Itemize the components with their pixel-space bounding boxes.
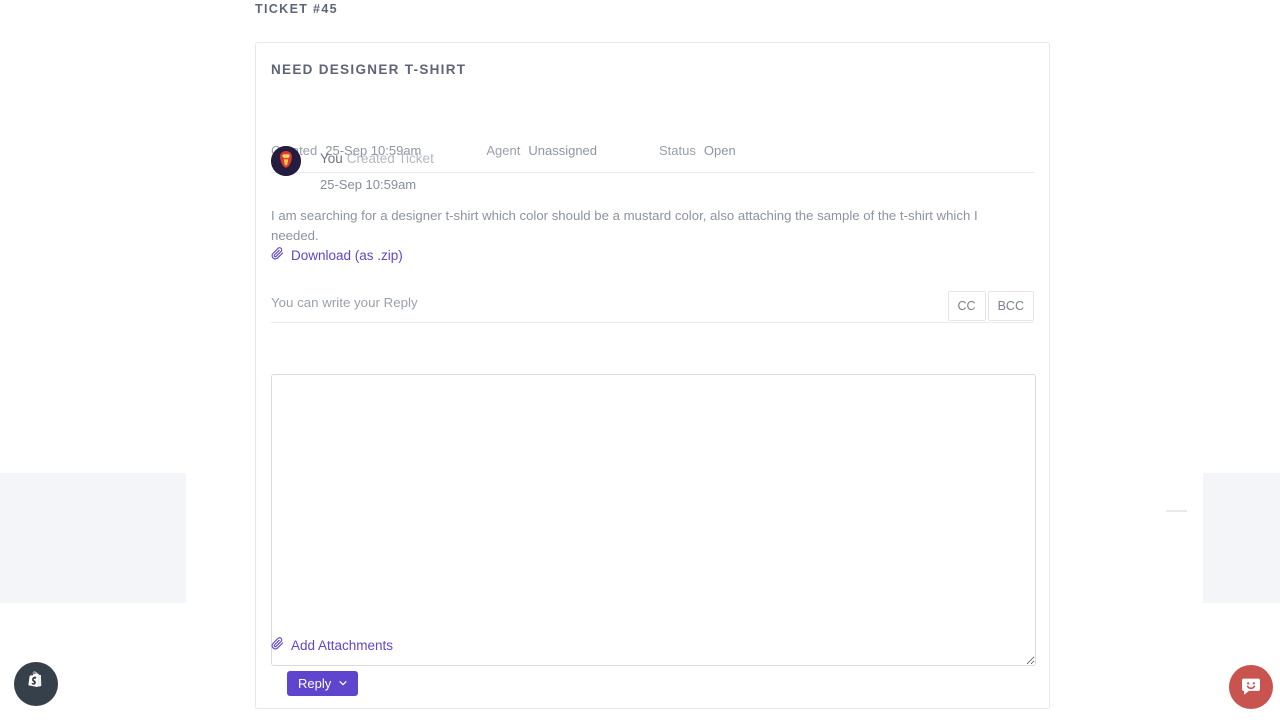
ticket-number-label: TICKET #45 xyxy=(255,2,338,16)
page-root: TICKET #45 NEED DESIGNER T-SHIRT Created… xyxy=(0,0,1280,720)
reply-submit-button[interactable]: Reply xyxy=(287,671,358,696)
reply-submit-label: Reply xyxy=(298,676,331,691)
background-panel-left xyxy=(0,473,186,603)
add-attachments-label: Add Attachments xyxy=(291,638,393,653)
ticket-card: NEED DESIGNER T-SHIRT Created 25-Sep 10:… xyxy=(255,42,1050,709)
shopify-logo[interactable] xyxy=(14,662,58,706)
background-panel-right xyxy=(1203,473,1280,603)
background-divider-artifact xyxy=(1166,510,1187,512)
paperclip-icon xyxy=(271,637,284,653)
chevron-down-icon xyxy=(338,676,348,691)
chat-smiley-icon[interactable] xyxy=(1229,665,1273,709)
add-attachments-link[interactable]: Add Attachments xyxy=(271,637,393,653)
ticket-card-actions: Add Attachments Reply xyxy=(271,43,1034,708)
